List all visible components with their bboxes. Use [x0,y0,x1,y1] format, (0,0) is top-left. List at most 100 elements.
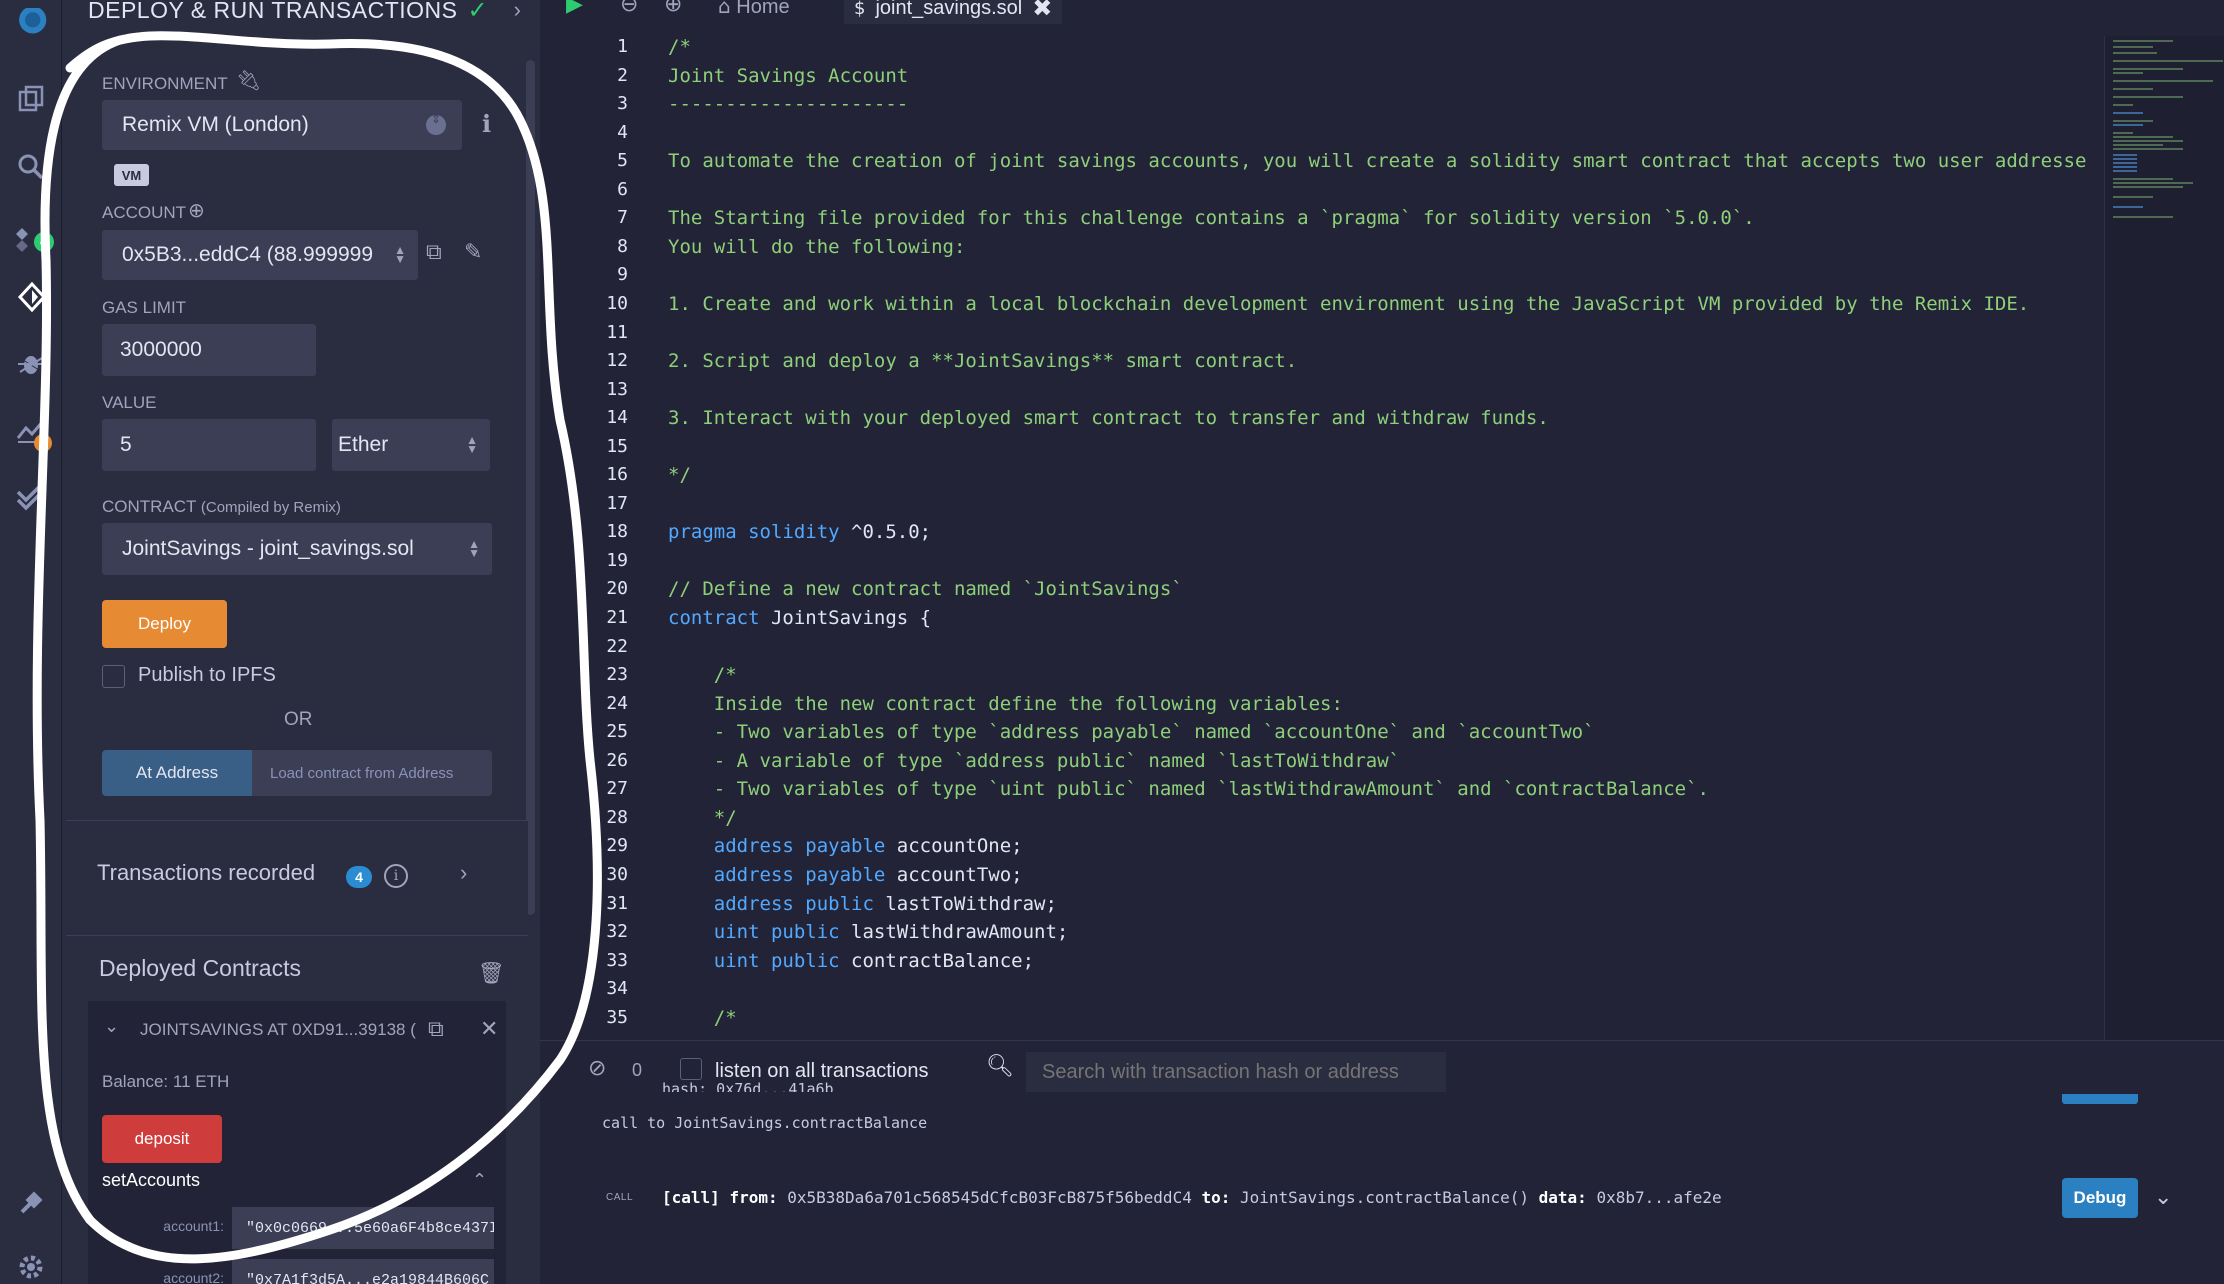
minimap-line [2113,52,2157,54]
code-line: - A variable of type `address public` na… [668,750,1400,772]
value-input[interactable]: 5 [102,419,316,471]
load-address-input[interactable]: Load contract from Address [252,750,492,796]
debug-button[interactable]: Debug [2062,1178,2138,1218]
line-number: 15 [606,435,628,457]
code-line: Joint Savings Account [668,65,908,87]
minimap-line [2113,72,2143,74]
minimap-line [2113,166,2137,168]
code-line: The Starting file provided for this chal… [668,207,1755,229]
code-line: address payable accountTwo; [668,864,1023,886]
chevron-down-icon[interactable]: ⌄ [2154,1184,2172,1210]
panel-header: DEPLOY & RUN TRANSACTIONS ✓ › [88,0,521,30]
copy-icon[interactable]: ⧉ [428,1016,444,1042]
close-icon[interactable]: ✕ [480,1016,498,1042]
minimap-line [2113,46,2153,48]
settings-gear-icon[interactable] [0,1244,62,1284]
publish-ipfs-checkbox[interactable] [102,665,125,688]
plugin-manager-icon[interactable] [0,1180,62,1226]
line-number: 14 [606,407,628,429]
remix-logo-icon[interactable] [0,0,62,50]
minimap-line [2113,80,2213,82]
line-number: 8 [617,235,628,257]
log-to: JointSavings.contractBalance() [1240,1188,1529,1207]
contract-label: CONTRACT (Compiled by Remix) [102,497,341,517]
value-unit-select[interactable]: Ether ▲ ▼ [332,419,490,471]
account2-input[interactable]: "0x7A1f3d5A...e2a19844B606C [232,1259,494,1284]
deploy-run-icon[interactable] [0,274,62,320]
code-line: /* [668,36,691,58]
chevron-right-icon[interactable]: › [514,0,521,23]
add-account-icon[interactable]: ⊕ [188,198,205,222]
editor-minimap[interactable] [2104,36,2224,1040]
code-line: pragma solidity ^0.5.0; [668,521,931,543]
chevron-right-icon[interactable]: › [460,860,467,886]
analysis-chart-icon[interactable]: 4 [0,406,62,452]
trash-icon[interactable]: 🗑︎ [478,962,505,986]
environment-select[interactable]: Remix VM (London) ⇕ [102,100,462,150]
search-icon: 🔍︎ [986,1054,1014,1079]
transactions-count-badge: 4 [346,866,372,888]
edit-icon[interactable]: ✎ [464,240,482,265]
account-label: ACCOUNT [102,203,187,222]
panel-scrollbar[interactable] [526,60,535,915]
unit-testing-icon[interactable] [0,472,62,518]
contract-instance-title[interactable]: JOINTSAVINGS AT 0XD91...39138 ( [140,1020,416,1040]
deploy-button[interactable]: Deploy [102,600,227,648]
solidity-compiler-icon[interactable]: ✓ [0,218,62,264]
select-arrows-icon: ⇕ [426,113,446,135]
previous-debug-button[interactable] [2062,1094,2138,1104]
minimap-line [2113,140,2183,142]
minimap-line [2113,60,2223,62]
zoom-in-icon[interactable]: ⊕ [664,0,682,17]
minimap-line [2113,124,2143,126]
clear-console-icon[interactable]: ⊘ [588,1056,606,1081]
environment-value: Remix VM (London) [122,113,309,136]
code-line: contract JointSavings { [668,607,931,629]
chevron-up-icon[interactable]: ⌃ [472,1170,487,1191]
search-icon[interactable] [0,144,62,190]
line-number-gutter: 1 2 3 4 5 6 7 8 9 10 11 12 13 14 15 16 17 18 19 20 21 22 23 24 2… [548,36,638,1036]
account1-label: account1: [163,1218,224,1234]
info-icon[interactable]: ℹ [482,110,491,138]
code-line: You will do the following: [668,236,965,258]
minimap-line [2113,112,2143,114]
account-select[interactable]: 0x5B3...eddC4 (88.999999 ▲ ▼ [102,230,418,280]
info-icon[interactable]: i [384,864,408,888]
at-address-button[interactable]: At Address [102,750,252,796]
code-line: */ [668,464,691,486]
code-line: /* [668,1007,737,1029]
tab-home[interactable]: ⌂ Home [718,0,790,19]
line-number: 23 [606,664,628,686]
account1-input[interactable]: "0x0c0669...5e60a6F4b8ce437I [232,1207,494,1249]
run-script-icon[interactable]: ▶ [566,0,583,17]
copy-icon[interactable]: ⧉ [426,240,442,265]
contract-select[interactable]: JointSavings - joint_savings.sol ▲ ▼ [102,523,492,575]
code-token: contractBalance; [851,949,1035,972]
publish-ipfs-label: Publish to IPFS [138,664,276,686]
analysis-badge: 4 [34,434,52,452]
terminal-search-input[interactable] [1026,1052,1446,1092]
line-number: 29 [606,835,628,857]
zoom-out-icon[interactable]: ⊖ [620,0,638,17]
debugger-icon[interactable] [0,340,62,386]
close-tab-icon[interactable]: ✖ [1032,0,1052,23]
code-token: uint public [668,949,852,972]
listen-all-checkbox[interactable] [680,1058,702,1080]
contract-balance: Balance: 11 ETH [102,1072,230,1091]
chevron-down-icon[interactable]: ⌄ [104,1016,119,1037]
tab-home-label: Home [736,0,790,18]
tab-joint-savings[interactable]: $ joint_savings.sol ✖ [844,0,1063,24]
code-token: lastWithdrawAmount; [851,921,1069,944]
gas-limit-input[interactable]: 3000000 [102,324,316,376]
file-explorer-icon[interactable] [0,76,62,122]
line-number: 20 [606,578,628,600]
code-token: accountOne; [896,835,1023,858]
code-area[interactable]: /* Joint Savings Account -----------------… [668,36,2100,1036]
code-line: uint public lastWithdrawAmount; [668,921,1069,944]
minimap-line [2113,104,2133,106]
code-line: // Define a new contract named `JointSav… [668,578,1183,600]
line-number: 35 [606,1006,628,1028]
line-number: 31 [606,892,628,914]
deposit-button[interactable]: deposit [102,1115,222,1163]
code-line: */ [668,807,737,829]
